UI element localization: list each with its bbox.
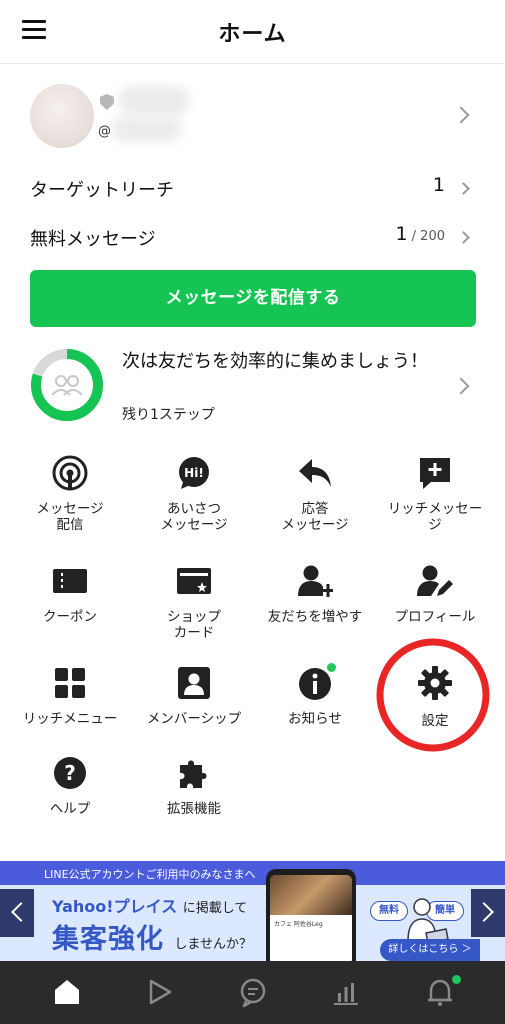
rich-message-icon [420, 458, 450, 489]
banner-headline: 集客強化 しませんか？ [52, 924, 253, 955]
account-id-blurred [112, 116, 182, 142]
menu-item-label: プロフィール [394, 609, 476, 625]
menu-item-label: 応答 メッセージ [281, 501, 349, 533]
puzzle-icon [180, 760, 207, 788]
menu-item-label: クーポン [43, 609, 97, 625]
banner-next-arrow[interactable] [471, 889, 505, 937]
menu-item-label: リッチメニュー [22, 711, 118, 727]
free-messages-row[interactable]: 無料メッセージ 1 / 200 [30, 221, 475, 255]
notification-bell-icon[interactable] [425, 977, 455, 1007]
menu-item-label: あいさつ メッセージ [160, 501, 228, 533]
new-notice-dot [327, 663, 336, 672]
account-handle-prefix: @ [98, 124, 111, 139]
chevron-right-icon [457, 231, 470, 244]
steps-headline: 次は友だちを効率的に集めましょう！ [122, 351, 428, 372]
target-reach-value: 1 [432, 174, 445, 196]
menu-item-label: 友だちを増やす [267, 609, 363, 625]
banner-details-link[interactable]: 詳しくはこちら ＞ [380, 939, 480, 961]
home-icon[interactable] [52, 977, 82, 1007]
add-friend-icon [298, 565, 333, 597]
account-badge-icon [100, 94, 114, 110]
menu-item-label: メンバーシップ [146, 711, 242, 727]
membership-icon [178, 667, 210, 699]
chevron-right-icon [457, 182, 470, 195]
chevron-right-icon [452, 106, 470, 124]
target-reach-row[interactable]: ターゲットリーチ 1 [30, 172, 475, 206]
account-profile-row[interactable]: @ [0, 76, 505, 156]
chevron-right-icon [452, 377, 470, 395]
analytics-icon[interactable] [331, 977, 361, 1007]
banner-header-text: LINE公式アカウントご利用中のみなさまへ [44, 868, 256, 881]
phone-caption: カフェ 阿佐谷Leg [274, 921, 323, 928]
banner-header: LINE公式アカウントご利用中のみなさまへ [0, 861, 505, 885]
broadcast-icon [52, 455, 88, 491]
avatar [30, 84, 94, 148]
bottom-tab-bar [0, 961, 505, 1024]
coupon-icon [53, 569, 87, 593]
highlight-circle [376, 638, 490, 752]
free-messages-value: 1 / 200 [395, 223, 445, 245]
menu-item-label: リッチメッセージ [387, 501, 483, 533]
onboarding-steps-card[interactable]: 次は友だちを効率的に集めましょう！ 残り1ステップ [0, 340, 505, 430]
menu-item-label: お知らせ [288, 711, 342, 727]
page-title: ホーム [218, 22, 287, 47]
rich-menu-icon [55, 668, 85, 698]
send-message-button[interactable]: メッセージを配信する [30, 270, 476, 327]
profile-edit-icon [417, 565, 453, 596]
banner-prev-arrow[interactable] [0, 889, 34, 937]
reply-icon [299, 459, 331, 487]
friends-icon [51, 375, 83, 396]
app-header: ホーム [0, 0, 505, 64]
free-messages-label: 無料メッセージ [30, 229, 156, 250]
menu-item-label: ショップ カード [167, 609, 221, 641]
menu-item-label: ヘルプ [49, 801, 91, 817]
progress-ring [31, 349, 103, 421]
chat-icon[interactable] [238, 977, 268, 1007]
help-icon: ? [54, 757, 86, 789]
target-reach-label: ターゲットリーチ [30, 180, 174, 201]
menu-item-label: メッセージ 配信 [36, 501, 104, 533]
voom-icon[interactable] [144, 977, 174, 1007]
promo-banner[interactable]: LINE公式アカウントご利用中のみなさまへ Yahoo!プレイス に掲載して 集… [0, 861, 505, 961]
shop-card-icon [177, 568, 211, 594]
svg-text:?: ? [64, 761, 76, 785]
account-name-blurred [118, 86, 190, 116]
greeting-hi-icon: Hi! [179, 457, 209, 489]
banner-phone-image: カフェ 阿佐谷Leg [266, 869, 356, 961]
menu-item-label: 拡張機能 [167, 801, 221, 817]
notification-dot [452, 975, 461, 984]
svg-text:Hi!: Hi! [184, 466, 204, 480]
banner-yahoo-text: Yahoo!プレイス に掲載して [52, 897, 248, 916]
steps-remaining: 残り1ステップ [122, 407, 215, 423]
